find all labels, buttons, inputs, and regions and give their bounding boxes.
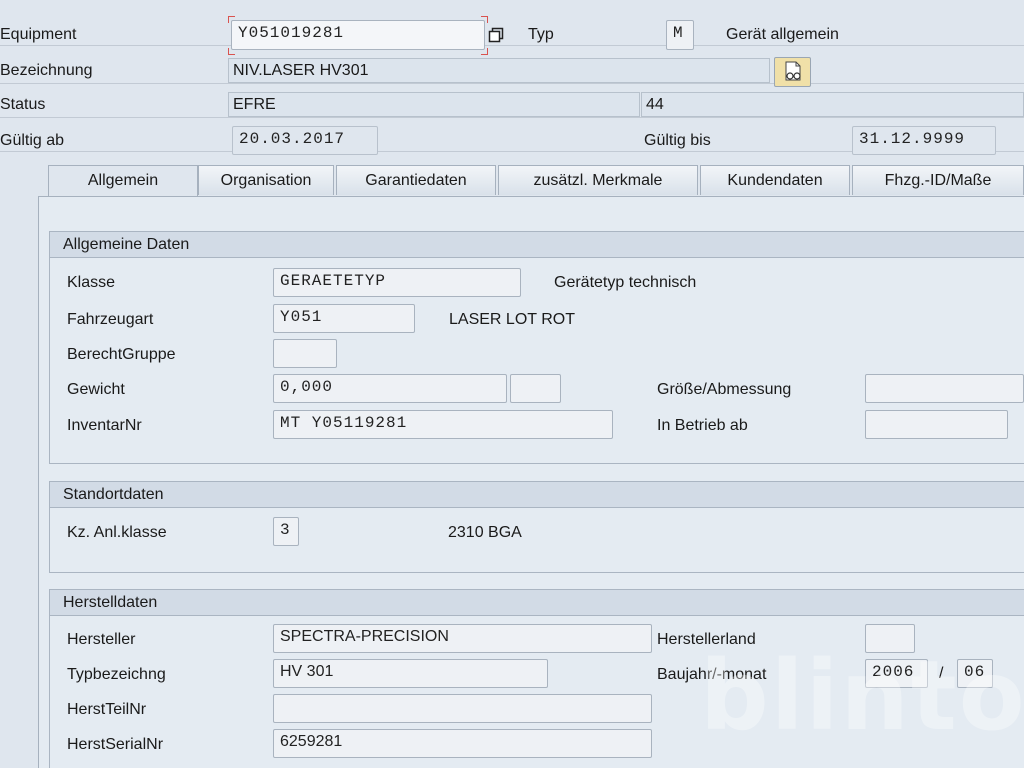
- groesse-input[interactable]: [865, 374, 1024, 403]
- focus-marker-br: [481, 48, 488, 55]
- tab-organisation[interactable]: Organisation: [198, 165, 334, 195]
- status-input: EFRE: [228, 92, 640, 117]
- gueltig-bis-input[interactable]: 31.12.9999: [852, 126, 996, 155]
- klasse-text: Gerätetyp technisch: [554, 274, 697, 291]
- teilnr-input[interactable]: [273, 694, 652, 723]
- focus-marker-tl: [228, 16, 235, 23]
- gewicht-label: Gewicht: [67, 381, 125, 398]
- herstellerland-input[interactable]: [865, 624, 915, 653]
- bezeichnung-input[interactable]: NIV.LASER HV301: [228, 58, 770, 83]
- typ-text: Gerät allgemein: [726, 26, 839, 43]
- tab-fhzg-id-masse[interactable]: Fhzg.-ID/Maße: [852, 165, 1024, 195]
- groesse-label: Größe/Abmessung: [657, 381, 792, 398]
- group-standortdaten: Standortdaten: [49, 481, 1024, 573]
- fahrzeugart-input[interactable]: Y051: [273, 304, 415, 333]
- focus-marker-tr: [481, 16, 488, 23]
- typ-label: Typ: [528, 26, 554, 43]
- inbetrieb-input[interactable]: [865, 410, 1008, 439]
- klasse-input[interactable]: GERAETETYP: [273, 268, 521, 297]
- gueltig-ab-label: Gültig ab: [0, 132, 65, 149]
- hersteller-label: Hersteller: [67, 631, 136, 648]
- document-glasses-icon[interactable]: [774, 57, 811, 87]
- bezeichnung-label: Bezeichnung: [0, 62, 93, 79]
- gueltig-bis-label: Gültig bis: [644, 132, 711, 149]
- anlklasse-input[interactable]: 3: [273, 517, 299, 546]
- tab-garantiedaten[interactable]: Garantiedaten: [336, 165, 496, 195]
- group-title: Allgemeine Daten: [50, 232, 1024, 258]
- typ-input[interactable]: M: [666, 20, 694, 50]
- baujahr-label: Baujahr/-monat: [657, 666, 767, 683]
- equipment-input[interactable]: Y051019281: [231, 20, 485, 50]
- berechtgruppe-label: BerechtGruppe: [67, 346, 176, 363]
- anlklasse-text: 2310 BGA: [448, 524, 522, 541]
- fahrzeugart-text: LASER LOT ROT: [449, 311, 575, 328]
- klasse-label: Klasse: [67, 274, 116, 291]
- status-input-2: 44: [641, 92, 1024, 117]
- hersteller-input[interactable]: SPECTRA-PRECISION: [273, 624, 652, 653]
- inventar-label: InventarNr: [67, 417, 142, 434]
- equipment-label: Equipment: [0, 26, 77, 43]
- baujahr-separator: /: [939, 665, 944, 682]
- baujahr-input[interactable]: 2006: [865, 659, 928, 688]
- group-title: Herstelldaten: [50, 590, 1024, 616]
- typbez-label: Typbezeichng: [67, 666, 166, 683]
- berechtgruppe-input[interactable]: [273, 339, 337, 368]
- gueltig-ab-input[interactable]: 20.03.2017: [232, 126, 378, 155]
- serialnr-label: HerstSerialNr: [67, 736, 164, 753]
- herstellerland-label: Herstellerland: [657, 631, 756, 648]
- focus-marker-bl: [228, 48, 235, 55]
- tab-zusaetzl-merkmale[interactable]: zusätzl. Merkmale: [498, 165, 698, 195]
- group-title: Standortdaten: [50, 482, 1024, 508]
- tab-strip: Allgemein Organisation Garantiedaten zus…: [38, 165, 1024, 197]
- anlklasse-label: Kz. Anl.klasse: [67, 524, 167, 541]
- baumonat-input[interactable]: 06: [957, 659, 993, 688]
- inbetrieb-label: In Betrieb ab: [657, 417, 748, 434]
- typbez-input[interactable]: HV 301: [273, 659, 548, 688]
- copy-square-icon[interactable]: [488, 27, 504, 43]
- tab-kundendaten[interactable]: Kundendaten: [700, 165, 850, 195]
- equipment-row: [0, 20, 1024, 46]
- fahrzeugart-label: Fahrzeugart: [67, 311, 154, 328]
- tab-allgemein[interactable]: Allgemein: [48, 165, 198, 197]
- serialnr-input[interactable]: 6259281: [273, 729, 652, 758]
- inventar-input[interactable]: MT Y05119281: [273, 410, 613, 439]
- gewicht-input[interactable]: 0,000: [273, 374, 507, 403]
- status-label: Status: [0, 96, 46, 113]
- gewicht-unit-input[interactable]: [510, 374, 561, 403]
- teilnr-label: HerstTeilNr: [67, 701, 147, 718]
